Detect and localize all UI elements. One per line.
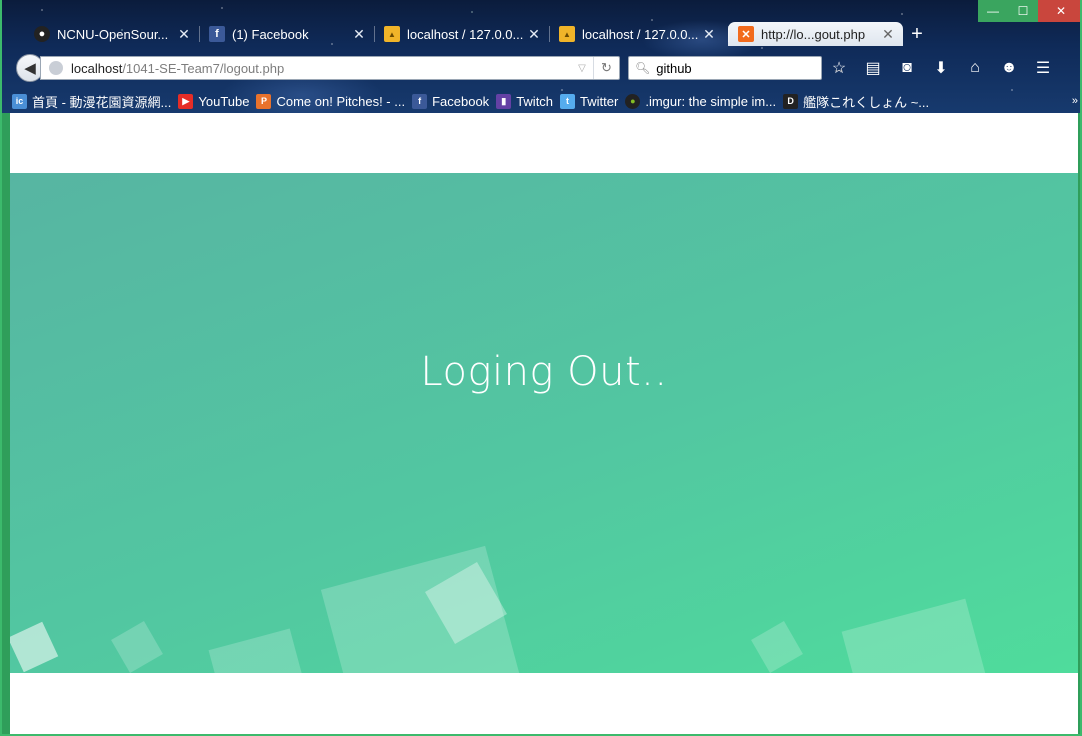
page-heading: Loging Out..: [420, 349, 668, 395]
tab-title: localhost / 127.0.0...: [407, 26, 524, 42]
reload-icon[interactable]: ↻: [593, 57, 619, 79]
navigation-toolbar: ◀ localhost/1041-SE-Team7/logout.php ▽ ↻…: [10, 49, 1078, 87]
bookmarks-overflow-icon[interactable]: »: [1072, 95, 1078, 107]
home-icon[interactable]: ⌂: [958, 54, 992, 82]
bookmark-imgur[interactable]: ● .imgur: the simple im...: [625, 93, 777, 109]
close-tab-icon[interactable]: ✕: [177, 26, 191, 43]
url-host: localhost: [71, 60, 123, 76]
pitches-icon: P: [256, 93, 272, 109]
youtube-icon: ▶: [178, 93, 194, 109]
bookmark-facebook[interactable]: f Facebook: [412, 93, 490, 109]
facebook-icon: f: [209, 26, 225, 42]
close-window-button[interactable]: ✕: [1038, 0, 1080, 22]
bookmark-label: 艦隊これくしょん ~...: [803, 94, 930, 110]
facebook-icon: f: [412, 93, 428, 109]
minimize-button[interactable]: —: [978, 0, 1008, 22]
downloads-icon[interactable]: ⬇: [924, 54, 958, 82]
page-viewport: Loging Out..: [10, 113, 1078, 734]
close-tab-icon[interactable]: ✕: [352, 26, 366, 43]
bookmark-label: Twitch: [516, 93, 554, 109]
dmhy-icon: ic: [12, 93, 27, 109]
address-bar[interactable]: localhost/1041-SE-Team7/logout.php ▽ ↻: [40, 56, 620, 80]
browser-chrome: — ☐ ✕ ● NCNU-OpenSour... ✕ f (1) Faceboo…: [2, 0, 1080, 113]
bookmark-label: YouTube: [198, 93, 250, 109]
tab-strip: ● NCNU-OpenSour... ✕ f (1) Facebook ✕ ▲ …: [24, 22, 931, 46]
bookmark-label: .imgur: the simple im...: [645, 93, 777, 109]
imgur-icon: ●: [625, 93, 641, 109]
bookmark-twitch[interactable]: ▮ Twitch: [496, 93, 554, 109]
new-tab-button[interactable]: +: [903, 22, 931, 46]
history-dropdown-icon[interactable]: ▽: [571, 63, 593, 74]
tab-facebook[interactable]: f (1) Facebook ✕: [199, 22, 374, 46]
bookmark-label: 首頁 - 動漫花園資源網...: [32, 94, 172, 110]
search-bar[interactable]: 🔍︎ →: [628, 56, 845, 80]
decorative-square: [208, 628, 312, 673]
maximize-button[interactable]: ☐: [1008, 0, 1038, 22]
tab-title: localhost / 127.0.0...: [582, 26, 699, 42]
url-path: /1041-SE-Team7/logout.php: [122, 60, 285, 76]
site-identity-icon[interactable]: [49, 61, 63, 75]
phpmyadmin-icon: ▲: [384, 26, 400, 42]
bookmark-label: Twitter: [580, 93, 619, 109]
search-icon: 🔍︎: [635, 61, 651, 75]
tab-logout-active[interactable]: ✕ http://lo...gout.php ✕: [728, 22, 903, 46]
bookmark-youtube[interactable]: ▶ YouTube: [178, 93, 250, 109]
kancolle-icon: D: [783, 93, 799, 109]
logout-hero-banner: Loging Out..: [10, 173, 1078, 673]
close-tab-icon[interactable]: ✕: [881, 26, 895, 43]
menu-icon[interactable]: ☰: [1026, 54, 1060, 82]
bookmark-label: Facebook: [432, 93, 490, 109]
decorative-square: [841, 598, 999, 673]
decorative-square: [10, 621, 59, 673]
browser-window: — ☐ ✕ ● NCNU-OpenSour... ✕ f (1) Faceboo…: [0, 0, 1082, 736]
decorative-square: [111, 621, 163, 673]
close-tab-icon[interactable]: ✕: [527, 26, 541, 43]
decorative-square: [751, 621, 803, 673]
bookmarks-toolbar: ic 首頁 - 動漫花園資源網... ▶ YouTube P Come on! …: [12, 90, 1078, 112]
bookmark-label: Come on! Pitches! - ...: [276, 93, 406, 109]
window-controls: — ☐ ✕: [978, 0, 1080, 22]
bookmark-pitches[interactable]: P Come on! Pitches! - ...: [256, 93, 406, 109]
tab-title: http://lo...gout.php: [761, 26, 866, 42]
back-arrow-icon: ◀: [24, 60, 36, 77]
bookmark-kancolle[interactable]: D 艦隊これくしょん ~...: [783, 92, 929, 111]
close-tab-icon[interactable]: ✕: [702, 26, 716, 43]
tab-phpmyadmin-1[interactable]: ▲ localhost / 127.0.0... ✕: [374, 22, 549, 46]
tab-github[interactable]: ● NCNU-OpenSour... ✕: [24, 22, 199, 46]
pocket-icon[interactable]: ◙: [890, 54, 924, 82]
twitter-icon: t: [560, 93, 576, 109]
tab-title: NCNU-OpenSour...: [57, 26, 169, 42]
twitch-icon: ▮: [496, 93, 512, 109]
tab-phpmyadmin-2[interactable]: ▲ localhost / 127.0.0... ✕: [549, 22, 724, 46]
bookmark-dmhy[interactable]: ic 首頁 - 動漫花園資源網...: [12, 92, 171, 111]
phpmyadmin-icon: ▲: [559, 26, 575, 42]
reading-list-icon[interactable]: ▤: [856, 54, 890, 82]
xampp-icon: ✕: [738, 26, 754, 42]
tab-title: (1) Facebook: [232, 26, 309, 42]
hello-icon[interactable]: ☻: [992, 54, 1026, 82]
github-icon: ●: [34, 26, 50, 42]
bookmark-twitter[interactable]: t Twitter: [560, 93, 619, 109]
search-input[interactable]: [656, 60, 833, 76]
bookmark-star-icon[interactable]: ☆: [822, 54, 856, 82]
